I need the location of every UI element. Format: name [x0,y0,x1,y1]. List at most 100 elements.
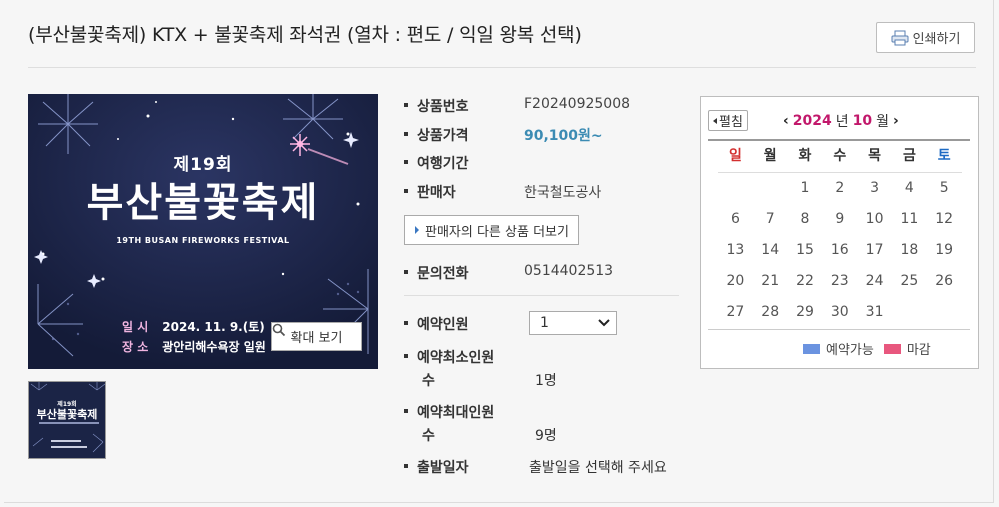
page-title: (부산불꽃축제) KTX + 불꽃축제 좌석권 (열차 : 편도 / 익일 왕복… [28,24,582,46]
calendar-day[interactable]: 13 [718,235,753,266]
calendar-day[interactable]: 1 [788,173,823,204]
calendar-day[interactable]: 17 [857,235,892,266]
calendar-day[interactable]: 6 [718,204,753,235]
chevron-down-icon [598,319,610,327]
info-row-max-persons: 예약최대인원 [404,402,494,422]
calendar-day[interactable]: 4 [892,173,927,204]
bullet-icon [404,103,408,107]
period-label: 여행기간 [417,156,469,172]
calendar-week: 27 28 29 30 31 [718,297,962,328]
min-persons-label: 예약최소인원 [417,350,495,366]
calendar-day[interactable]: 19 [927,235,962,266]
info-row-max-persons-wrap: 수 [422,425,435,445]
calendar-day[interactable]: 18 [892,235,927,266]
calendar-day[interactable]: 15 [788,235,823,266]
calendar-day[interactable]: 14 [753,235,788,266]
calendar-day[interactable]: 20 [718,266,753,297]
product-thumbnail[interactable]: 제19회 부산불꽃축제 [28,381,106,459]
bullet-icon [404,270,408,274]
calendar-header-divider [708,139,970,141]
seller-other-products-button[interactable]: 판매자의 다른 상품 더보기 [404,215,579,245]
weekday-thu: 목 [868,148,882,164]
poster-place-value: 광안리해수욕장 일원 [162,340,266,354]
info-row-price: 상품가격 90,100원~ [404,125,603,145]
product-no-value: F20240925008 [524,96,631,112]
calendar-footer-divider [708,329,970,330]
max-persons-label: 예약최대인원 [417,405,495,421]
print-button[interactable]: 인쇄하기 [876,22,975,53]
calendar-day[interactable]: 11 [892,204,927,235]
calendar-day[interactable]: 31 [857,297,892,328]
closed-swatch [883,343,901,354]
info-row-phone: 문의전화 0514402513 [404,263,613,283]
calendar-day[interactable]: 12 [927,204,962,235]
poster-place-row: 장 소 광안리해수욕장 일원 [122,338,266,355]
price-value: 90,100원~ [524,128,603,144]
persons-select-value: 1 [540,315,549,331]
calendar-day[interactable]: 23 [822,266,857,297]
phone-label: 문의전화 [417,266,469,282]
weekday-mon: 월 [763,148,777,164]
poster-festival-name: 부산불꽃축제 [86,180,320,226]
weekday-wed: 수 [833,148,847,164]
calendar-day[interactable]: 24 [857,266,892,297]
poster-date-label: 일 시 [122,320,149,334]
seller-value: 한국철도공사 [524,185,602,201]
title-divider [28,67,976,68]
product-no-label: 상품번호 [417,99,469,115]
calendar-day[interactable]: 22 [788,266,823,297]
calendar-week: 20 21 22 23 24 25 26 [718,266,962,297]
calendar-day[interactable]: 27 [718,297,753,328]
thumbnail-date-line [51,440,81,442]
thumbnail-subtitle-bar [39,422,99,424]
depart-label: 출발일자 [417,460,469,476]
calendar-day[interactable]: 9 [822,204,857,235]
calendar-day[interactable]: 30 [822,297,857,328]
calendar-day[interactable]: 29 [788,297,823,328]
thumbnail-festival-name: 부산불꽃축제 [36,408,98,421]
calendar-day[interactable]: 26 [927,266,962,297]
max-persons-value-row: 9명 [535,425,557,445]
min-persons-value-row: 1명 [535,370,557,390]
poster-place-label: 장 소 [122,340,149,354]
seller-other-products-label: 판매자의 다른 상품 더보기 [425,224,569,240]
calendar-month-nav: ‹ 2024 년 10 월 › [783,111,899,131]
calendar-day[interactable]: 28 [753,297,788,328]
calendar-day[interactable]: 21 [753,266,788,297]
calendar-day[interactable]: 10 [857,204,892,235]
legend-closed-label: 마감 [906,343,931,358]
calendar-day[interactable]: 5 [927,173,962,204]
depart-value-row: 출발일을 선택해 주세요 [529,457,667,477]
printer-icon [891,30,909,45]
calendar-day[interactable]: 16 [822,235,857,266]
calendar-day[interactable]: 3 [857,173,892,204]
poster-date-value: 2024. 11. 9.(토) [162,320,265,334]
price-label: 상품가격 [417,128,469,144]
prev-month-arrow-icon[interactable]: ‹ [783,113,789,129]
calendar-year: 2024 [792,113,832,129]
calendar-toggle-button[interactable]: 펼침 [708,110,748,131]
calendar-month: 10 [852,113,873,129]
weekday-fri: 금 [902,148,916,164]
next-month-arrow-icon[interactable]: › [893,113,899,129]
min-persons-label-wrap: 수 [422,373,435,389]
bullet-icon [404,132,408,136]
weekday-sat: 토 [937,148,951,164]
calendar-day[interactable]: 8 [788,204,823,235]
legend-available-label: 예약가능 [826,343,874,358]
bullet-icon [404,354,408,358]
zoom-button-label: 확대 보기 [290,331,343,346]
calendar-day[interactable]: 25 [892,266,927,297]
info-row-min-persons-wrap: 수 [422,370,435,390]
info-row-depart: 출발일자 [404,457,469,477]
info-row-period: 여행기간 [404,153,469,173]
calendar-day[interactable]: 7 [753,204,788,235]
zoom-button[interactable]: 확대 보기 [271,322,362,351]
calendar-day[interactable]: 2 [822,173,857,204]
calendar-toggle-label: 펼침 [719,115,743,130]
info-row-min-persons: 예약최소인원 [404,347,494,367]
info-row-product-no: 상품번호 F20240925008 [404,96,630,116]
calendar-day [892,297,927,328]
persons-select[interactable]: 1 [529,311,617,335]
seller-label: 판매자 [417,185,456,201]
